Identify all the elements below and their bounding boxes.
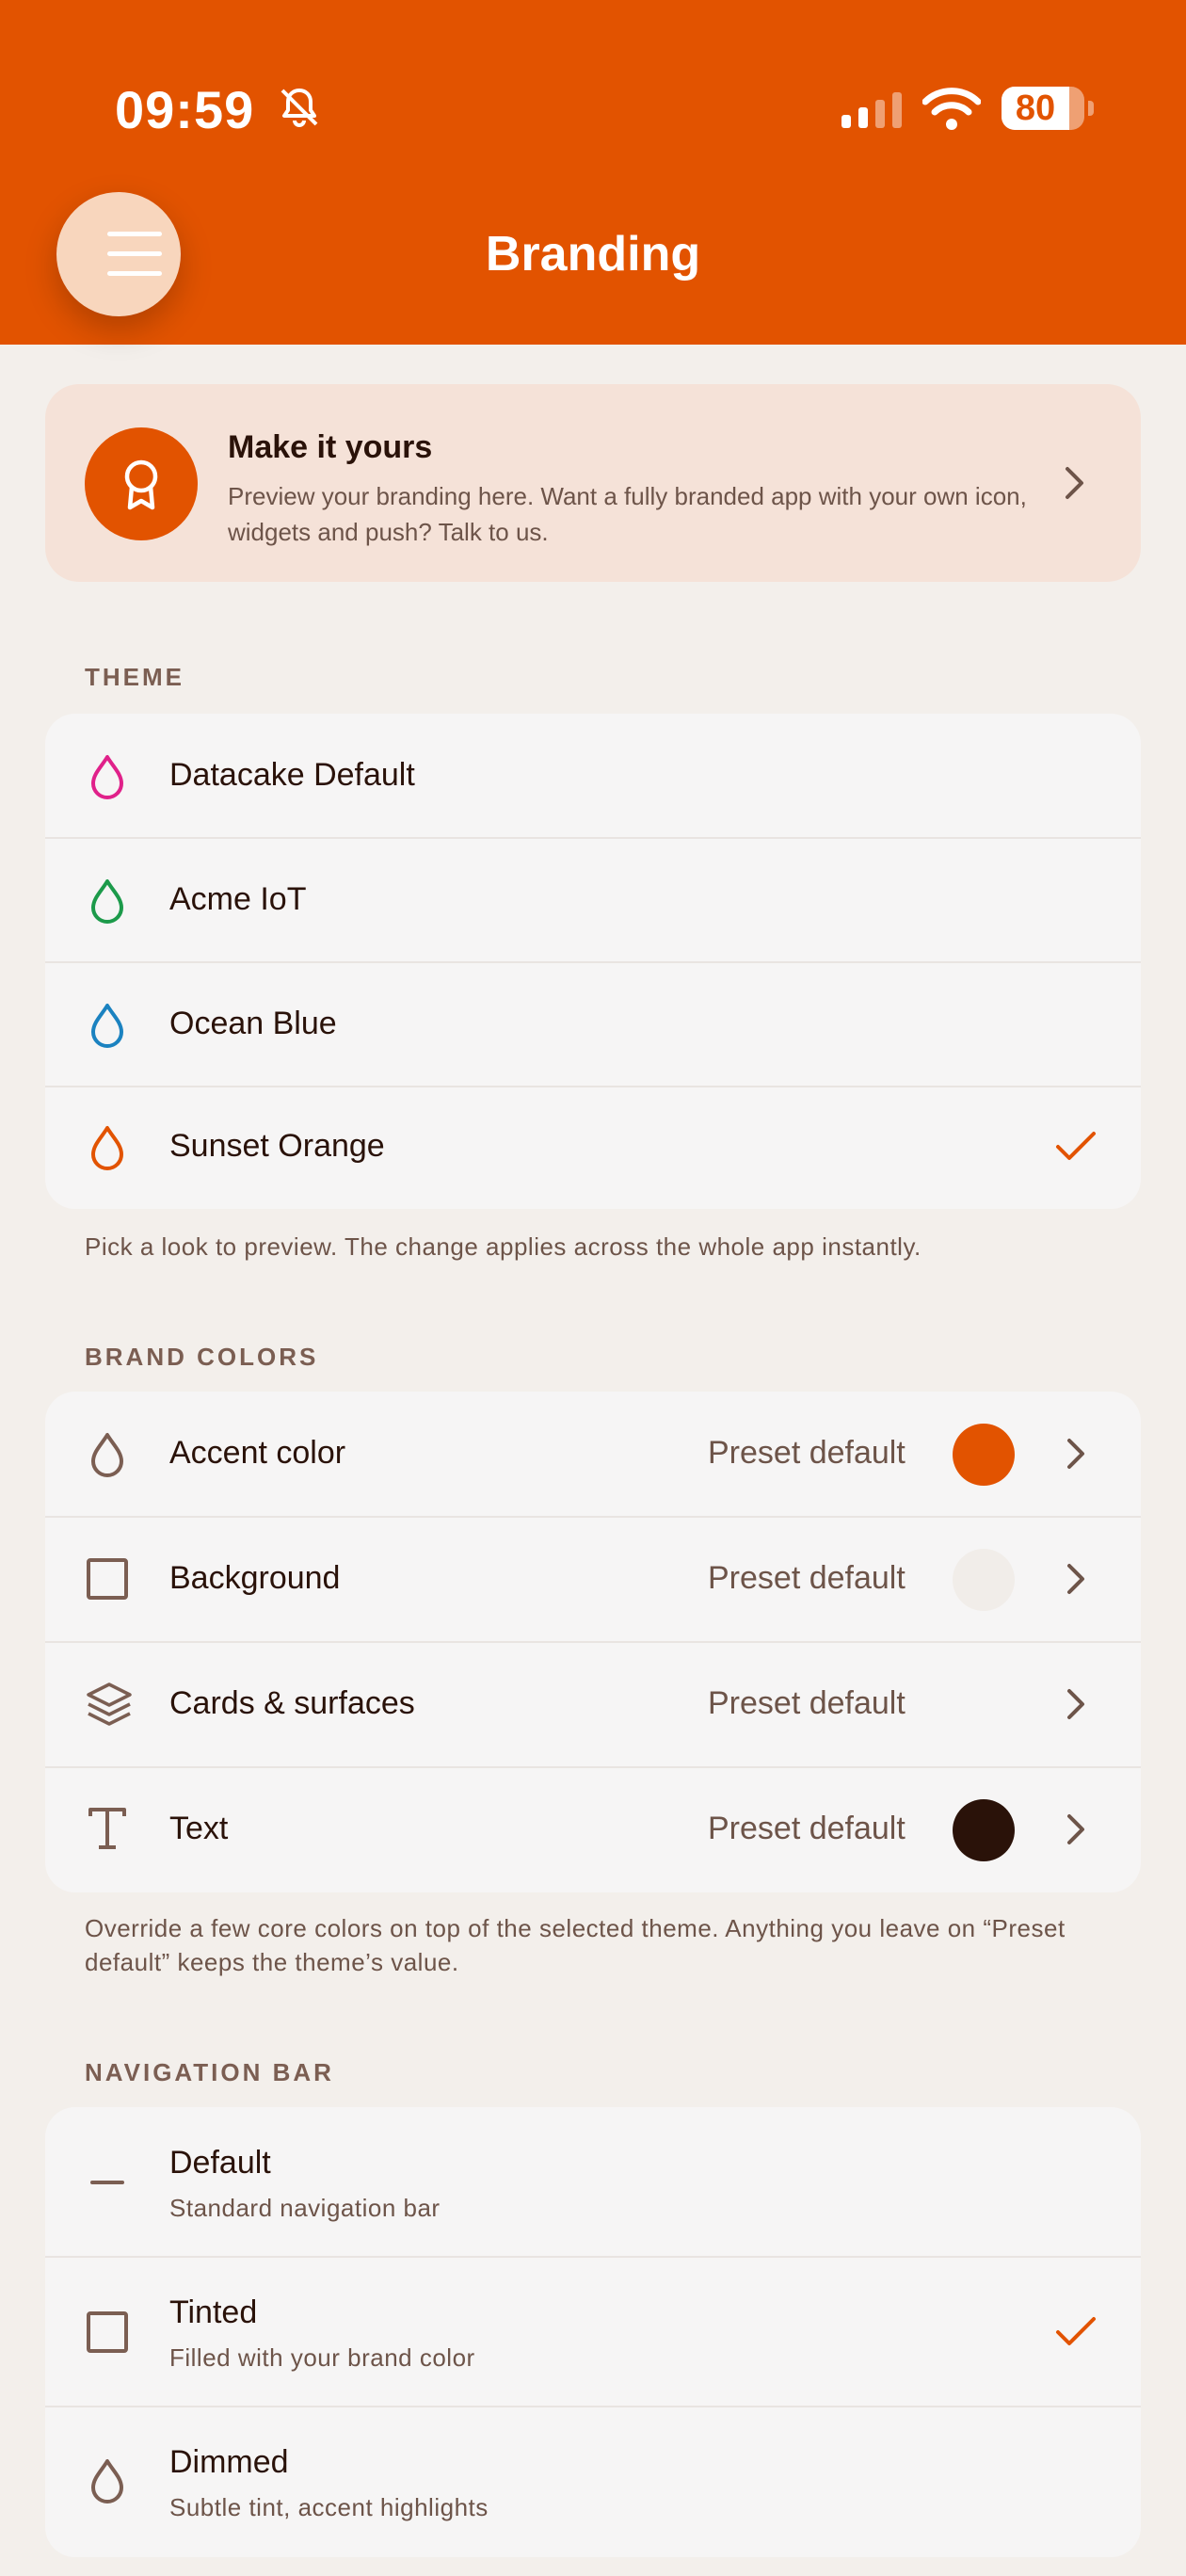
wifi-icon — [922, 88, 981, 130]
nav-style-description: Filled with your brand color — [169, 2343, 475, 2372]
page-title: Branding — [485, 227, 701, 282]
navigation-bar-card: Default Standard navigation bar Tinted F… — [45, 2107, 1141, 2557]
brand-color-value: Preset default — [708, 1435, 906, 1471]
theme-option-datacake-default[interactable]: Datacake Default — [45, 714, 1141, 838]
drop-icon — [91, 2459, 123, 2504]
color-swatch — [953, 1549, 1015, 1611]
theme-option-label: Ocean Blue — [169, 1006, 337, 1041]
checkmark-icon — [1056, 1132, 1096, 1160]
brand-color-label: Cards & surfaces — [169, 1685, 415, 1721]
theme-option-ocean-blue[interactable]: Ocean Blue — [45, 962, 1141, 1087]
signal-icon — [841, 92, 902, 128]
bell-slash-icon — [280, 89, 318, 127]
brand-colors-card: Accent color Preset default Background P… — [45, 1392, 1141, 1892]
brand-color-value: Preset default — [708, 1811, 906, 1846]
theme-option-acme-iot[interactable]: Acme IoT — [45, 838, 1141, 962]
brand-color-value: Preset default — [708, 1560, 906, 1596]
chevron-right-icon — [1067, 1689, 1084, 1719]
brand-color-text[interactable]: Text Preset default — [45, 1767, 1141, 1892]
nav-style-label: Tinted — [169, 2294, 258, 2330]
color-swatch — [953, 1799, 1015, 1861]
brand-color-accent[interactable]: Accent color Preset default — [45, 1392, 1141, 1517]
brand-colors-helper-text: Override a few core colors on top of the… — [85, 1914, 1066, 1976]
status-time: 09:59 — [115, 80, 255, 139]
drop-icon — [91, 1004, 123, 1048]
square-icon — [87, 2311, 128, 2353]
theme-option-label: Acme IoT — [169, 881, 307, 917]
chevron-right-icon — [1067, 1564, 1084, 1594]
nav-style-default[interactable]: Default Standard navigation bar — [45, 2107, 1141, 2257]
chevron-right-icon — [1066, 467, 1083, 499]
square-icon — [87, 1558, 128, 1600]
brand-color-label: Background — [169, 1560, 341, 1596]
nav-style-description: Subtle tint, accent highlights — [169, 2493, 489, 2521]
nav-style-dimmed[interactable]: Dimmed Subtle tint, accent highlights — [45, 2407, 1141, 2557]
theme-card: Datacake Default Acme IoT Ocean Blue Sun… — [45, 714, 1141, 1209]
app-header: 09:59 80 Branding — [0, 0, 1186, 345]
nav-style-description: Standard navigation bar — [169, 2194, 441, 2222]
text-icon — [88, 1808, 126, 1849]
drop-icon — [91, 879, 123, 924]
drop-icon — [91, 1126, 123, 1170]
minus-icon — [90, 2181, 124, 2184]
brand-color-cards-surfaces[interactable]: Cards & surfaces Preset default — [45, 1642, 1141, 1767]
drop-icon — [91, 755, 123, 799]
award-ribbon-icon — [124, 459, 158, 510]
nav-style-tinted[interactable]: Tinted Filled with your brand color — [45, 2257, 1141, 2407]
section-label-theme: THEME — [85, 663, 184, 691]
chevron-right-icon — [1067, 1814, 1084, 1844]
section-label-navigation-bar: NAVIGATION BAR — [85, 2058, 334, 2086]
brand-color-background[interactable]: Background Preset default — [45, 1517, 1141, 1642]
color-swatch — [953, 1424, 1015, 1486]
brand-color-label: Text — [169, 1811, 229, 1846]
checkmark-icon — [1056, 2317, 1096, 2345]
theme-option-sunset-orange[interactable]: Sunset Orange — [45, 1087, 1141, 1209]
theme-option-label: Sunset Orange — [169, 1128, 385, 1164]
nav-style-label: Default — [169, 2145, 271, 2181]
promo-title: Make it yours — [228, 429, 433, 465]
section-label-brand-colors: BRAND COLORS — [85, 1343, 319, 1371]
theme-option-label: Datacake Default — [169, 757, 415, 793]
theme-helper-text: Pick a look to preview. The change appli… — [85, 1232, 922, 1261]
nav-style-label: Dimmed — [169, 2444, 289, 2480]
drop-icon — [91, 1433, 123, 1477]
brand-color-value: Preset default — [708, 1685, 906, 1721]
layers-icon — [87, 1682, 132, 1726]
battery-indicator: 80 — [1002, 87, 1094, 130]
battery-percentage: 80 — [1015, 89, 1056, 128]
promo-card[interactable]: Make it yours Preview your branding here… — [45, 384, 1141, 582]
promo-body: Preview your branding here. Want a fully… — [228, 482, 1027, 546]
promo-badge — [85, 427, 198, 540]
brand-color-label: Accent color — [169, 1435, 346, 1471]
chevron-right-icon — [1067, 1439, 1084, 1469]
